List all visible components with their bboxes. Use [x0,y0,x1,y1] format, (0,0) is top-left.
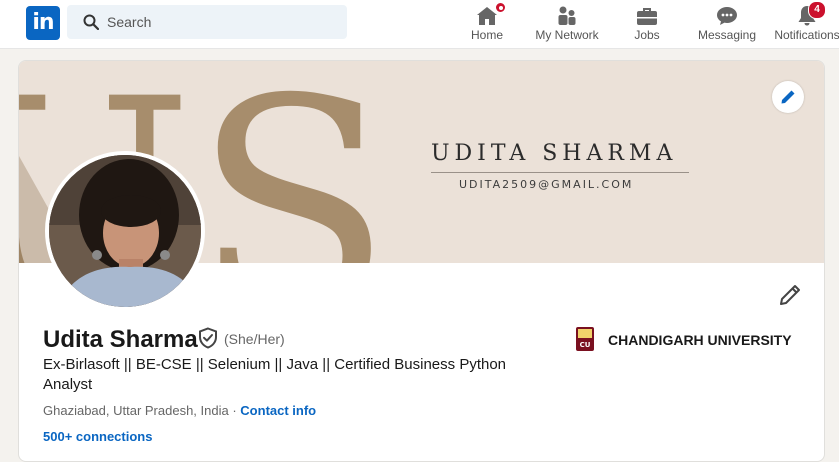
banner-name-text: UDITA SHARMA [431,141,678,166]
profile-headline: Ex-Birlasoft || BE-CSE || Selenium || Ja… [43,356,507,393]
nav-label-my-network: My Network [535,28,599,42]
pencil-icon [781,90,795,104]
edit-banner-button[interactable] [772,81,804,113]
profile-card: US UDITA SHARMA UDITA2509@GMAIL.COM [18,60,825,462]
profile-location-row: Ghaziabad, Uttar Pradesh, India · Contac… [43,403,316,418]
nav-item-messaging[interactable]: Messaging [687,0,767,48]
banner-email-text: UDITA2509@GMAIL.COM [459,178,634,191]
profile-pronouns: (She/Her) [224,331,285,347]
home-icon [475,1,507,28]
university-logo-graphic: CU [578,329,592,349]
home-notification-dot [494,1,507,14]
search-icon [83,14,99,30]
profile-location: Ghaziabad, Uttar Pradesh, India [43,403,229,418]
pencil-icon [780,285,800,305]
nav-label-notifications: Notifications [774,28,839,42]
verified-shield-icon[interactable] [197,327,219,349]
nav-item-my-network[interactable]: My Network [527,0,607,48]
banner-divider-line [431,172,689,173]
messaging-icon [715,4,739,28]
linkedin-logo[interactable]: in [26,6,60,40]
nav-item-notifications[interactable]: 4 Notifications [767,0,839,48]
location-separator: · [228,403,241,418]
university-logo-text: CU [580,341,591,349]
education-link[interactable]: CU CHANDIGARH UNIVERSITY [576,327,816,353]
connections-link[interactable]: 500+ connections [43,429,152,444]
nav-label-messaging: Messaging [697,28,757,42]
nav-item-jobs[interactable]: Jobs [607,0,687,48]
profile-photo-image [49,155,201,307]
network-icon [555,4,579,28]
contact-info-link[interactable]: Contact info [240,403,316,418]
nav-item-home[interactable]: Home [447,0,527,48]
global-nav-bar: in Home My Network [0,0,839,49]
nav-label-jobs: Jobs [634,28,660,42]
briefcase-icon [635,4,659,28]
bell-icon: 4 [795,1,826,28]
nav-label-home: Home [470,28,503,42]
profile-photo[interactable] [45,151,205,311]
notifications-count-badge: 4 [808,1,826,19]
edit-intro-button[interactable] [778,283,802,307]
university-logo: CU [576,327,594,351]
search-box[interactable] [67,5,347,39]
search-input[interactable] [107,5,337,39]
education-name: CHANDIGARH UNIVERSITY [608,332,792,348]
profile-name: Udita Sharma [43,326,198,353]
